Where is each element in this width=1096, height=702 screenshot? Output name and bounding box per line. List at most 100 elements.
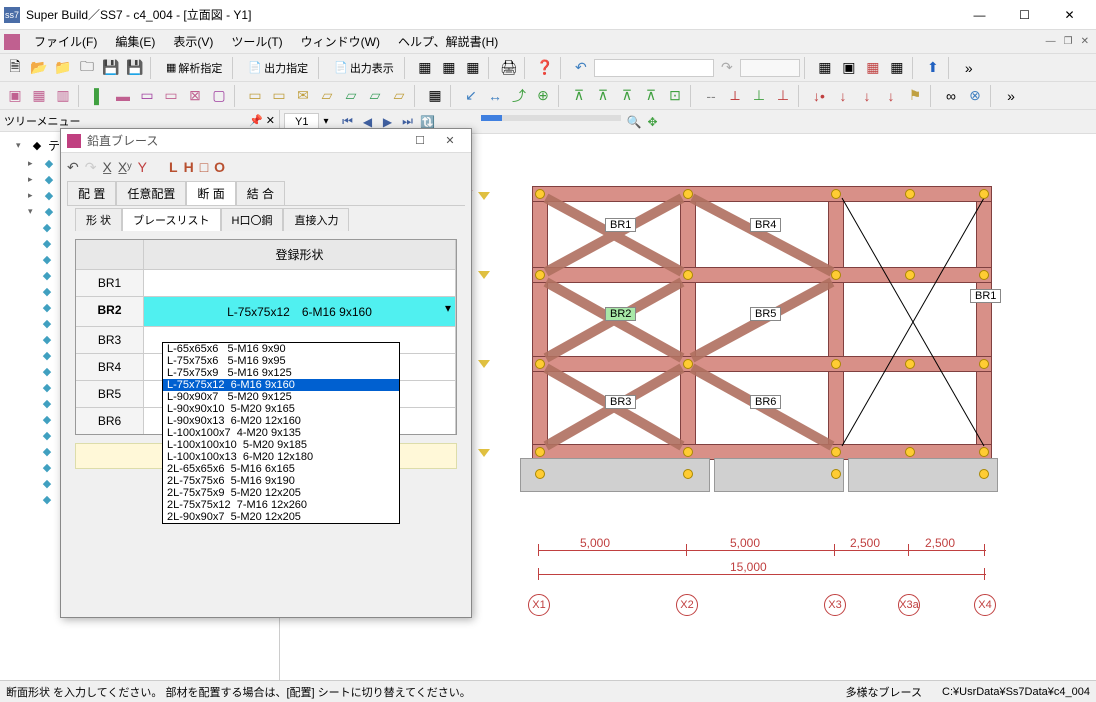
save-all-icon[interactable]: 💾 (124, 57, 146, 79)
l-icon[interactable]: L (169, 159, 178, 175)
dropdown-item[interactable]: L-90x90x7 5-M20 9x125 (163, 391, 399, 403)
m6-icon[interactable]: ▢ (208, 85, 230, 107)
menu-window[interactable]: ウィンドウ(W) (293, 31, 388, 52)
view-elev-icon[interactable]: ▥ (52, 85, 74, 107)
g2-icon[interactable]: ⊼ (592, 85, 614, 107)
undo-combo[interactable] (594, 59, 714, 77)
output-view-button[interactable]: 📄 出力表示 (328, 60, 400, 76)
mdi-restore[interactable]: ❐ (1061, 36, 1076, 47)
grid2-icon[interactable]: ▣ (838, 57, 860, 79)
help-icon[interactable]: ❓ (534, 57, 556, 79)
h1-icon[interactable]: -- (700, 85, 722, 107)
menu-file[interactable]: ファイル(F) (26, 31, 105, 52)
grid4-icon[interactable]: ▦ (886, 57, 908, 79)
dropdown-item[interactable]: 2L-75x75x6 5-M16 9x190 (163, 475, 399, 487)
overflow2-icon[interactable]: » (1000, 85, 1022, 107)
m3-icon[interactable]: ▭ (136, 85, 158, 107)
menu-help[interactable]: ヘルプ、解説書(H) (390, 31, 506, 52)
paste-icon[interactable]: Y (138, 159, 147, 175)
tab-ketsugou[interactable]: 結 合 (236, 181, 285, 205)
grid3-icon[interactable]: ▦ (862, 57, 884, 79)
menu-edit[interactable]: 編集(E) (107, 31, 163, 52)
dropdown-item[interactable]: 2L-75x75x9 5-M20 12x205 (163, 487, 399, 499)
close-button[interactable]: ✕ (1047, 1, 1092, 29)
tool-c-icon[interactable]: ▦ (462, 57, 484, 79)
grid-row-BR2[interactable]: BR2L-75x75x12 6-M16 9x160▾ (76, 296, 456, 326)
up-icon[interactable]: ⬆ (922, 57, 944, 79)
menu-view[interactable]: 表示(V) (165, 31, 221, 52)
y1-icon[interactable]: ▭ (244, 85, 266, 107)
d1-icon[interactable]: ↙ (460, 85, 482, 107)
folder-icon[interactable]: 🗀 (76, 57, 98, 79)
g4-icon[interactable]: ⊼ (640, 85, 662, 107)
m4-icon[interactable]: ▭ (160, 85, 182, 107)
m1-icon[interactable]: ▌ (88, 85, 110, 107)
tab-ninihaichi[interactable]: 任意配置 (116, 181, 186, 205)
dropdown-item[interactable]: 2L-65x65x6 5-M16 6x165 (163, 463, 399, 475)
y7-icon[interactable]: ▱ (388, 85, 410, 107)
h2-icon[interactable]: ⟂ (724, 85, 746, 107)
j1-icon[interactable]: ⊗ (964, 85, 986, 107)
dropdown-item[interactable]: L-75x75x12 6-M16 9x160 (163, 379, 399, 391)
y4-icon[interactable]: ▱ (316, 85, 338, 107)
tab-keijou[interactable]: 形 状 (75, 208, 122, 231)
grid-row-BR1[interactable]: BR1 (76, 269, 456, 296)
dialog-titlebar[interactable]: 鉛直ブレース ☐ ✕ (61, 129, 471, 153)
mdi-min[interactable]: ― (1043, 36, 1059, 47)
copy-icon[interactable]: X̲ʸ (118, 159, 132, 175)
open2-icon[interactable]: 📁 (52, 57, 74, 79)
dropdown-item[interactable]: L-100x100x13 6-M20 12x180 (163, 451, 399, 463)
link-icon[interactable]: ∞ (940, 85, 962, 107)
output-spec-button[interactable]: 📄 出力指定 (242, 60, 314, 76)
g1-icon[interactable]: ⊼ (568, 85, 590, 107)
y2-icon[interactable]: ▭ (268, 85, 290, 107)
tab-hkou[interactable]: H口〇鋼 (221, 208, 284, 231)
redo-icon[interactable]: ↷ (85, 159, 97, 176)
overflow1-icon[interactable]: » (958, 57, 980, 79)
undo-icon[interactable]: ↶ (67, 159, 79, 176)
dropdown-item[interactable]: L-100x100x10 5-M20 9x185 (163, 439, 399, 451)
r1-icon[interactable]: ↓• (808, 85, 830, 107)
dropdown-item[interactable]: L-75x75x9 5-M16 9x125 (163, 367, 399, 379)
pan-icon[interactable]: ✥ (647, 115, 657, 129)
mdi-close[interactable]: ✕ (1078, 36, 1092, 47)
view-plan-icon[interactable]: ▦ (28, 85, 50, 107)
y6-icon[interactable]: ▱ (364, 85, 386, 107)
tab-bracelist[interactable]: ブレースリスト (122, 208, 220, 231)
dropdown-item[interactable]: L-75x75x6 5-M16 9x95 (163, 355, 399, 367)
r5-icon[interactable]: ⚑ (904, 85, 926, 107)
tab-direct[interactable]: 直接入力 (283, 208, 349, 231)
zoom-icon[interactable]: 🔍 (627, 115, 642, 129)
r3-icon[interactable]: ↓ (856, 85, 878, 107)
open-icon[interactable]: 📂 (28, 57, 50, 79)
menu-tool[interactable]: ツール(T) (223, 31, 290, 52)
tool-a-icon[interactable]: ▦ (414, 57, 436, 79)
cut-icon[interactable]: X̲ (102, 159, 111, 175)
dropdown-item[interactable]: L-90x90x10 5-M20 9x165 (163, 403, 399, 415)
dialog-max-button[interactable]: ☐ (405, 131, 435, 151)
tab-haichi[interactable]: 配 置 (67, 181, 116, 205)
analysis-button[interactable]: ▦ 解析指定 (160, 60, 228, 76)
m5-icon[interactable]: ⊠ (184, 85, 206, 107)
m2-icon[interactable]: ▬ (112, 85, 134, 107)
brace-dropdown[interactable]: L-65x65x6 5-M16 9x90L-75x75x6 5-M16 9x95… (162, 342, 400, 524)
box-icon[interactable]: □ (200, 159, 208, 175)
h-icon[interactable]: H (184, 159, 194, 175)
undo-icon[interactable]: ↶ (570, 57, 592, 79)
tab-danmen[interactable]: 断 面 (186, 181, 235, 205)
minimize-button[interactable]: ― (957, 1, 1002, 29)
dropdown-item[interactable]: 2L-75x75x12 7-M16 12x260 (163, 499, 399, 511)
dropdown-item[interactable]: L-100x100x7 4-M20 9x135 (163, 427, 399, 439)
grid1-icon[interactable]: ▦ (814, 57, 836, 79)
o-icon[interactable]: O (214, 159, 225, 175)
tree-pin-icon[interactable]: 📌 ✕ (249, 114, 275, 127)
r4-icon[interactable]: ↓ (880, 85, 902, 107)
tool-b-icon[interactable]: ▦ (438, 57, 460, 79)
d3-icon[interactable]: ⤴ (508, 85, 530, 107)
d4-icon[interactable]: ⊕ (532, 85, 554, 107)
d2-icon[interactable]: ↔ (484, 85, 506, 107)
print-icon[interactable]: 🖨 (498, 57, 520, 79)
redo-combo[interactable] (740, 59, 800, 77)
r2-icon[interactable]: ↓ (832, 85, 854, 107)
new-icon[interactable]: 🗎 (4, 57, 26, 79)
